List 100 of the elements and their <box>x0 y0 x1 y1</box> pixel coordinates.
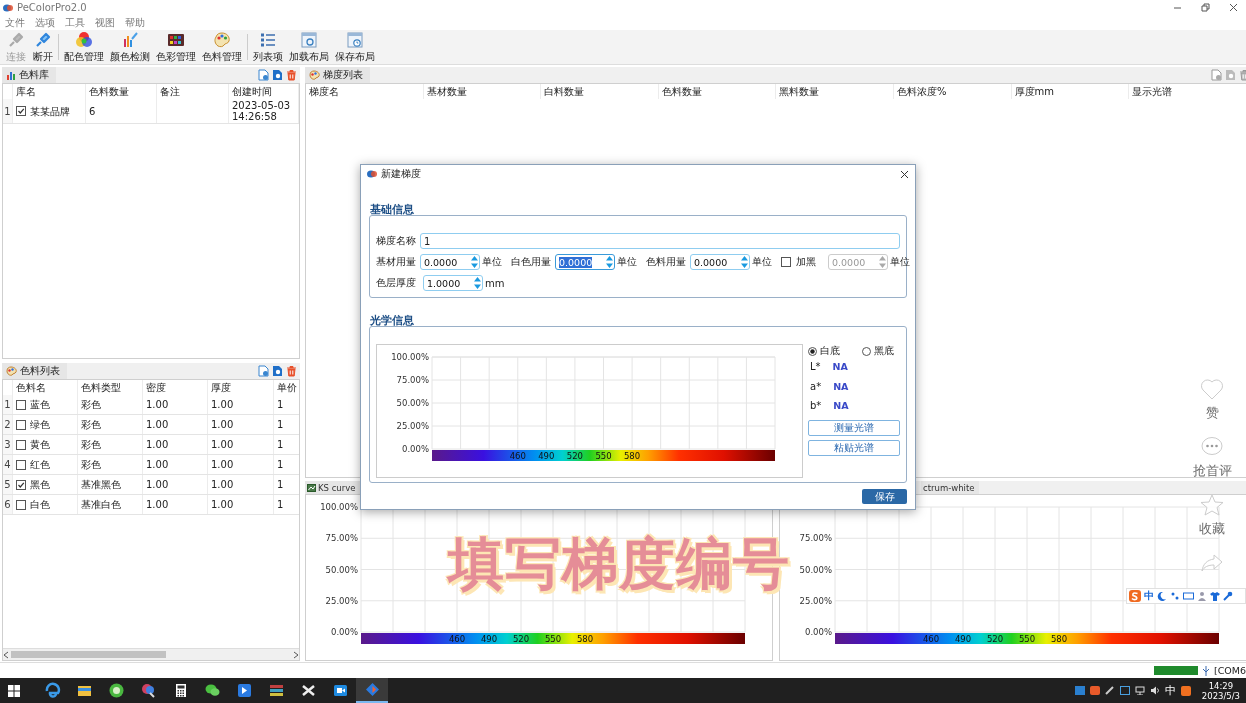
panel-tab[interactable]: KS curve <box>305 481 360 494</box>
toolbar-button[interactable]: 配色管理 <box>62 30 106 64</box>
field-label: 梯度名称 <box>376 234 416 248</box>
menu-item[interactable]: 视图 <box>95 15 115 30</box>
toolbar-button[interactable]: 加载布局 <box>287 30 331 64</box>
toolbar-button[interactable]: 保存布局 <box>333 30 377 64</box>
restore-icon[interactable] <box>1201 3 1210 12</box>
checkbox[interactable] <box>16 439 26 450</box>
toolbar-button[interactable]: 色彩管理 <box>154 30 198 64</box>
windows-start-icon[interactable] <box>8 684 20 697</box>
menu-item[interactable]: 工具 <box>65 15 85 30</box>
new-file-icon[interactable] <box>258 69 269 81</box>
column-header[interactable]: 厚度mm <box>1011 84 1130 99</box>
column-header[interactable]: 密度 <box>143 380 208 395</box>
table-cell: 某某品牌 <box>30 105 70 117</box>
stepper-arrows-icon[interactable] <box>473 276 482 290</box>
radio-option[interactable]: 白底 <box>808 344 840 358</box>
toolbar-button[interactable]: 色料管理 <box>200 30 244 64</box>
column-header[interactable]: 色料浓度% <box>893 84 1012 99</box>
spectrum-button[interactable]: 粘贴光谱 <box>808 439 900 456</box>
moon-icon[interactable] <box>1157 591 1167 601</box>
column-header[interactable]: 白料数量 <box>541 84 659 99</box>
column-header[interactable]: 备注 <box>157 84 229 99</box>
checkbox[interactable] <box>16 459 26 470</box>
tray-app-icon[interactable] <box>1089 686 1100 695</box>
unit-label: mm <box>485 277 505 289</box>
arrow-right-icon[interactable] <box>293 650 299 659</box>
scrollbar[interactable] <box>3 648 299 660</box>
spectrum-button[interactable]: 测量光谱 <box>808 419 900 436</box>
search-file-icon[interactable] <box>272 365 283 377</box>
spin-box[interactable]: 0.0000 <box>555 254 615 270</box>
column-header[interactable]: 色料类型 <box>78 380 143 395</box>
keyboard-icon[interactable] <box>1183 591 1194 601</box>
checkbox[interactable] <box>16 479 26 490</box>
column-header[interactable]: 单价 <box>274 380 299 395</box>
menu-item[interactable]: 选项 <box>35 15 55 30</box>
arrow-left-icon[interactable] <box>3 650 9 659</box>
dialog-title: 新建梯度 <box>381 167 421 181</box>
table-cell: 1 <box>274 495 299 514</box>
column-header[interactable]: 基材数量 <box>423 84 542 99</box>
unit-label: 单位 <box>482 255 502 269</box>
column-header[interactable]: 厚度 <box>208 380 274 395</box>
close-icon[interactable] <box>900 169 909 179</box>
axis-label: 0.00% <box>402 444 429 454</box>
volume-icon[interactable] <box>1149 686 1160 695</box>
wrench-icon[interactable] <box>1223 591 1233 601</box>
toolbar-button[interactable]: 列表项 <box>251 30 285 64</box>
checkbox[interactable] <box>16 106 26 116</box>
trash-icon[interactable] <box>286 69 297 81</box>
search-file-icon[interactable] <box>272 69 283 81</box>
column-header[interactable]: 创建时间 <box>229 84 299 99</box>
ime-logo-icon[interactable] <box>1129 590 1141 602</box>
stepper-arrows-icon[interactable] <box>605 255 614 269</box>
radio-option[interactable]: 黑底 <box>862 344 894 358</box>
checkbox[interactable] <box>16 419 26 430</box>
panel-tab[interactable]: 梯度列表 <box>305 67 370 83</box>
name-field[interactable]: 1 <box>420 233 900 249</box>
clock[interactable]: 14:29 2023/5/3 <box>1195 680 1246 701</box>
column-header[interactable]: 梯度名 <box>306 84 424 99</box>
radio-button[interactable] <box>808 346 817 356</box>
input-method-label[interactable]: 中 <box>1164 683 1176 698</box>
stepper-arrows-icon[interactable] <box>740 255 749 269</box>
panel-tab[interactable]: 色料库 <box>2 67 56 83</box>
table-cell: 彩色 <box>78 395 143 414</box>
save-button[interactable]: 保存 <box>862 489 907 504</box>
field-label: 色层厚度 <box>376 276 416 290</box>
table-cell: 1 <box>274 435 299 454</box>
table-cell: 2023-05-03 14:26:58 <box>229 99 299 123</box>
spin-box[interactable]: 0.0000 <box>690 254 750 270</box>
column-header[interactable]: 色料名 <box>13 380 78 395</box>
screen-icon[interactable] <box>1119 686 1130 695</box>
menu-item[interactable]: 帮助 <box>125 15 145 30</box>
lab-value: NA <box>833 400 849 412</box>
close-icon[interactable] <box>1229 3 1238 12</box>
checkbox[interactable] <box>16 399 26 410</box>
checkbox[interactable] <box>16 499 26 510</box>
stepper-arrows-icon[interactable] <box>470 255 479 269</box>
dots-icon[interactable] <box>1170 591 1180 601</box>
star-icon[interactable] <box>1200 494 1224 516</box>
column-header[interactable]: 显示光谱 <box>1129 84 1246 99</box>
new-file-icon[interactable] <box>258 365 269 377</box>
trash-icon[interactable] <box>286 365 297 377</box>
menu-item[interactable]: 文件 <box>5 15 25 30</box>
column-header[interactable]: 黑料数量 <box>776 84 894 99</box>
panel-tab[interactable]: 色料列表 <box>2 363 67 379</box>
tray-app-icon[interactable] <box>1180 685 1191 696</box>
column-header[interactable]: 色料数量 <box>86 84 157 99</box>
table-cell: 彩色 <box>78 455 143 474</box>
spin-box[interactable]: 0.0000 <box>420 254 480 270</box>
panel-tab[interactable]: ctrum-white <box>921 481 979 494</box>
column-header[interactable]: 色料数量 <box>658 84 777 99</box>
shirt-icon[interactable] <box>1210 591 1220 601</box>
field-label: 白色用量 <box>511 255 551 269</box>
spin-box[interactable]: 1.0000 <box>423 275 483 291</box>
column-header[interactable]: 库名 <box>13 84 86 99</box>
toolbar-button[interactable]: 颜色检测 <box>108 30 152 64</box>
input-mode-label[interactable]: 中 <box>1144 589 1154 603</box>
toolbar-button[interactable]: 断开 <box>30 30 55 64</box>
radio-button[interactable] <box>862 346 871 356</box>
person-icon[interactable] <box>1197 591 1207 601</box>
